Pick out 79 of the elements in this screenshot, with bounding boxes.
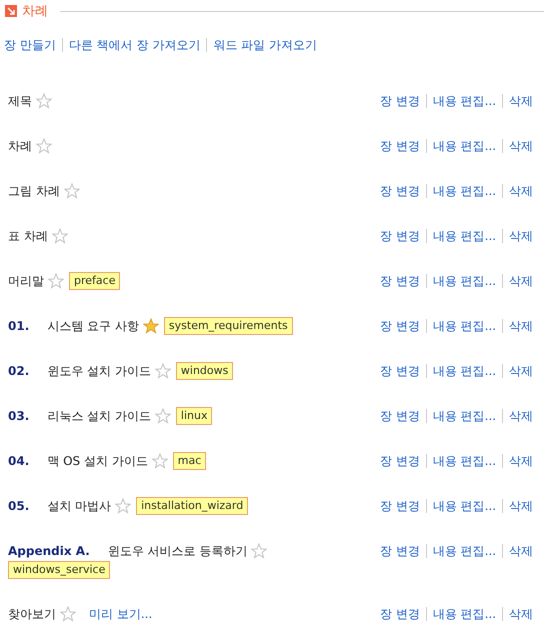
action-link[interactable]: 장 변경: [380, 316, 420, 336]
star-icon[interactable]: [36, 138, 52, 154]
chapter-title: 머리말: [8, 273, 44, 290]
chapter-tag: preface: [69, 272, 120, 290]
chapter-title: 설치 마법사: [47, 498, 112, 515]
action-link[interactable]: 내용 편집...: [432, 91, 496, 111]
chapter-tag: windows_service: [8, 561, 110, 579]
chapter-title: 그림 차례: [8, 183, 60, 200]
action-link[interactable]: 삭제: [509, 226, 534, 246]
preview-link[interactable]: 미리 보기...: [89, 604, 152, 624]
star-icon[interactable]: [152, 453, 168, 469]
chapter-tag: linux: [176, 407, 212, 425]
action-link[interactable]: 장 변경: [380, 181, 420, 201]
chapter-title: 제목: [8, 93, 32, 110]
action-link[interactable]: 장 변경: [380, 271, 420, 291]
chapter-number: 04.: [8, 453, 30, 470]
arrow-icon: [5, 5, 17, 17]
action-link[interactable]: 내용 편집...: [432, 451, 496, 471]
action-link[interactable]: 내용 편집...: [432, 316, 496, 336]
action-link[interactable]: 내용 편집...: [432, 181, 496, 201]
action-link[interactable]: 장 변경: [380, 604, 420, 624]
chapter-tag: system_requirements: [164, 317, 293, 335]
action-link[interactable]: 삭제: [509, 496, 534, 516]
toolbar-link[interactable]: 장 만들기: [4, 36, 56, 54]
action-link[interactable]: 장 변경: [380, 226, 420, 246]
action-link[interactable]: 삭제: [509, 604, 534, 624]
action-link[interactable]: 내용 편집...: [432, 271, 496, 291]
action-link[interactable]: 장 변경: [380, 541, 420, 561]
action-link[interactable]: 삭제: [509, 181, 534, 201]
star-icon[interactable]: [115, 498, 132, 514]
star-icon[interactable]: [60, 606, 76, 622]
star-icon[interactable]: [154, 408, 171, 424]
action-link[interactable]: 내용 편집...: [432, 541, 496, 561]
star-icon[interactable]: [52, 228, 68, 244]
action-link[interactable]: 삭제: [509, 91, 534, 111]
action-link[interactable]: 내용 편집...: [432, 496, 496, 516]
action-link[interactable]: 삭제: [509, 361, 534, 381]
chapter-number: 01.: [8, 318, 30, 335]
star-icon[interactable]: [251, 543, 268, 559]
chapter-number: 03.: [8, 408, 30, 425]
chapter-title: 표 차례: [8, 228, 48, 245]
chapter-title: 맥 OS 설치 가이드: [47, 453, 148, 470]
toolbar-link[interactable]: 워드 파일 가져오기: [213, 36, 317, 54]
action-link[interactable]: 삭제: [509, 316, 534, 336]
action-link[interactable]: 삭제: [509, 451, 534, 471]
action-link[interactable]: 장 변경: [380, 136, 420, 156]
action-link[interactable]: 삭제: [509, 541, 534, 561]
chapter-title: 리눅스 설치 가이드: [47, 408, 151, 425]
toolbar-link[interactable]: 다른 책에서 장 가져오기: [68, 36, 200, 54]
action-link[interactable]: 내용 편집...: [432, 604, 496, 624]
section-title: 차례: [22, 3, 48, 20]
action-link[interactable]: 내용 편집...: [432, 406, 496, 426]
action-link[interactable]: 내용 편집...: [432, 136, 496, 156]
filled-star-icon[interactable]: [142, 318, 159, 334]
chapter-number: Appendix A.: [8, 543, 90, 560]
chapter-tag: mac: [172, 452, 206, 470]
chapter-tag: installation_wizard: [136, 497, 248, 515]
action-link[interactable]: 삭제: [509, 406, 534, 426]
chapter-number: 05.: [8, 498, 30, 515]
star-icon[interactable]: [48, 273, 64, 289]
action-link[interactable]: 장 변경: [380, 496, 420, 516]
action-link[interactable]: 장 변경: [380, 91, 420, 111]
chapter-tag: windows: [176, 362, 234, 380]
star-icon[interactable]: [36, 93, 52, 109]
star-icon[interactable]: [64, 183, 80, 199]
action-link[interactable]: 내용 편집...: [432, 226, 496, 246]
chapter-title: 차례: [8, 138, 32, 155]
action-link[interactable]: 장 변경: [380, 361, 420, 381]
action-link[interactable]: 삭제: [509, 136, 534, 156]
action-link[interactable]: 장 변경: [380, 451, 420, 471]
action-link[interactable]: 삭제: [509, 271, 534, 291]
chapter-title: 시스템 요구 사항: [47, 318, 139, 335]
action-link[interactable]: 내용 편집...: [432, 361, 496, 381]
chapter-title: 윈도우 서비스로 등록하기: [108, 543, 248, 560]
star-icon[interactable]: [154, 363, 171, 379]
action-link[interactable]: 장 변경: [380, 406, 420, 426]
chapter-title: 찾아보기: [8, 606, 56, 623]
chapter-number: 02.: [8, 363, 30, 380]
chapter-title: 윈도우 설치 가이드: [47, 363, 151, 380]
